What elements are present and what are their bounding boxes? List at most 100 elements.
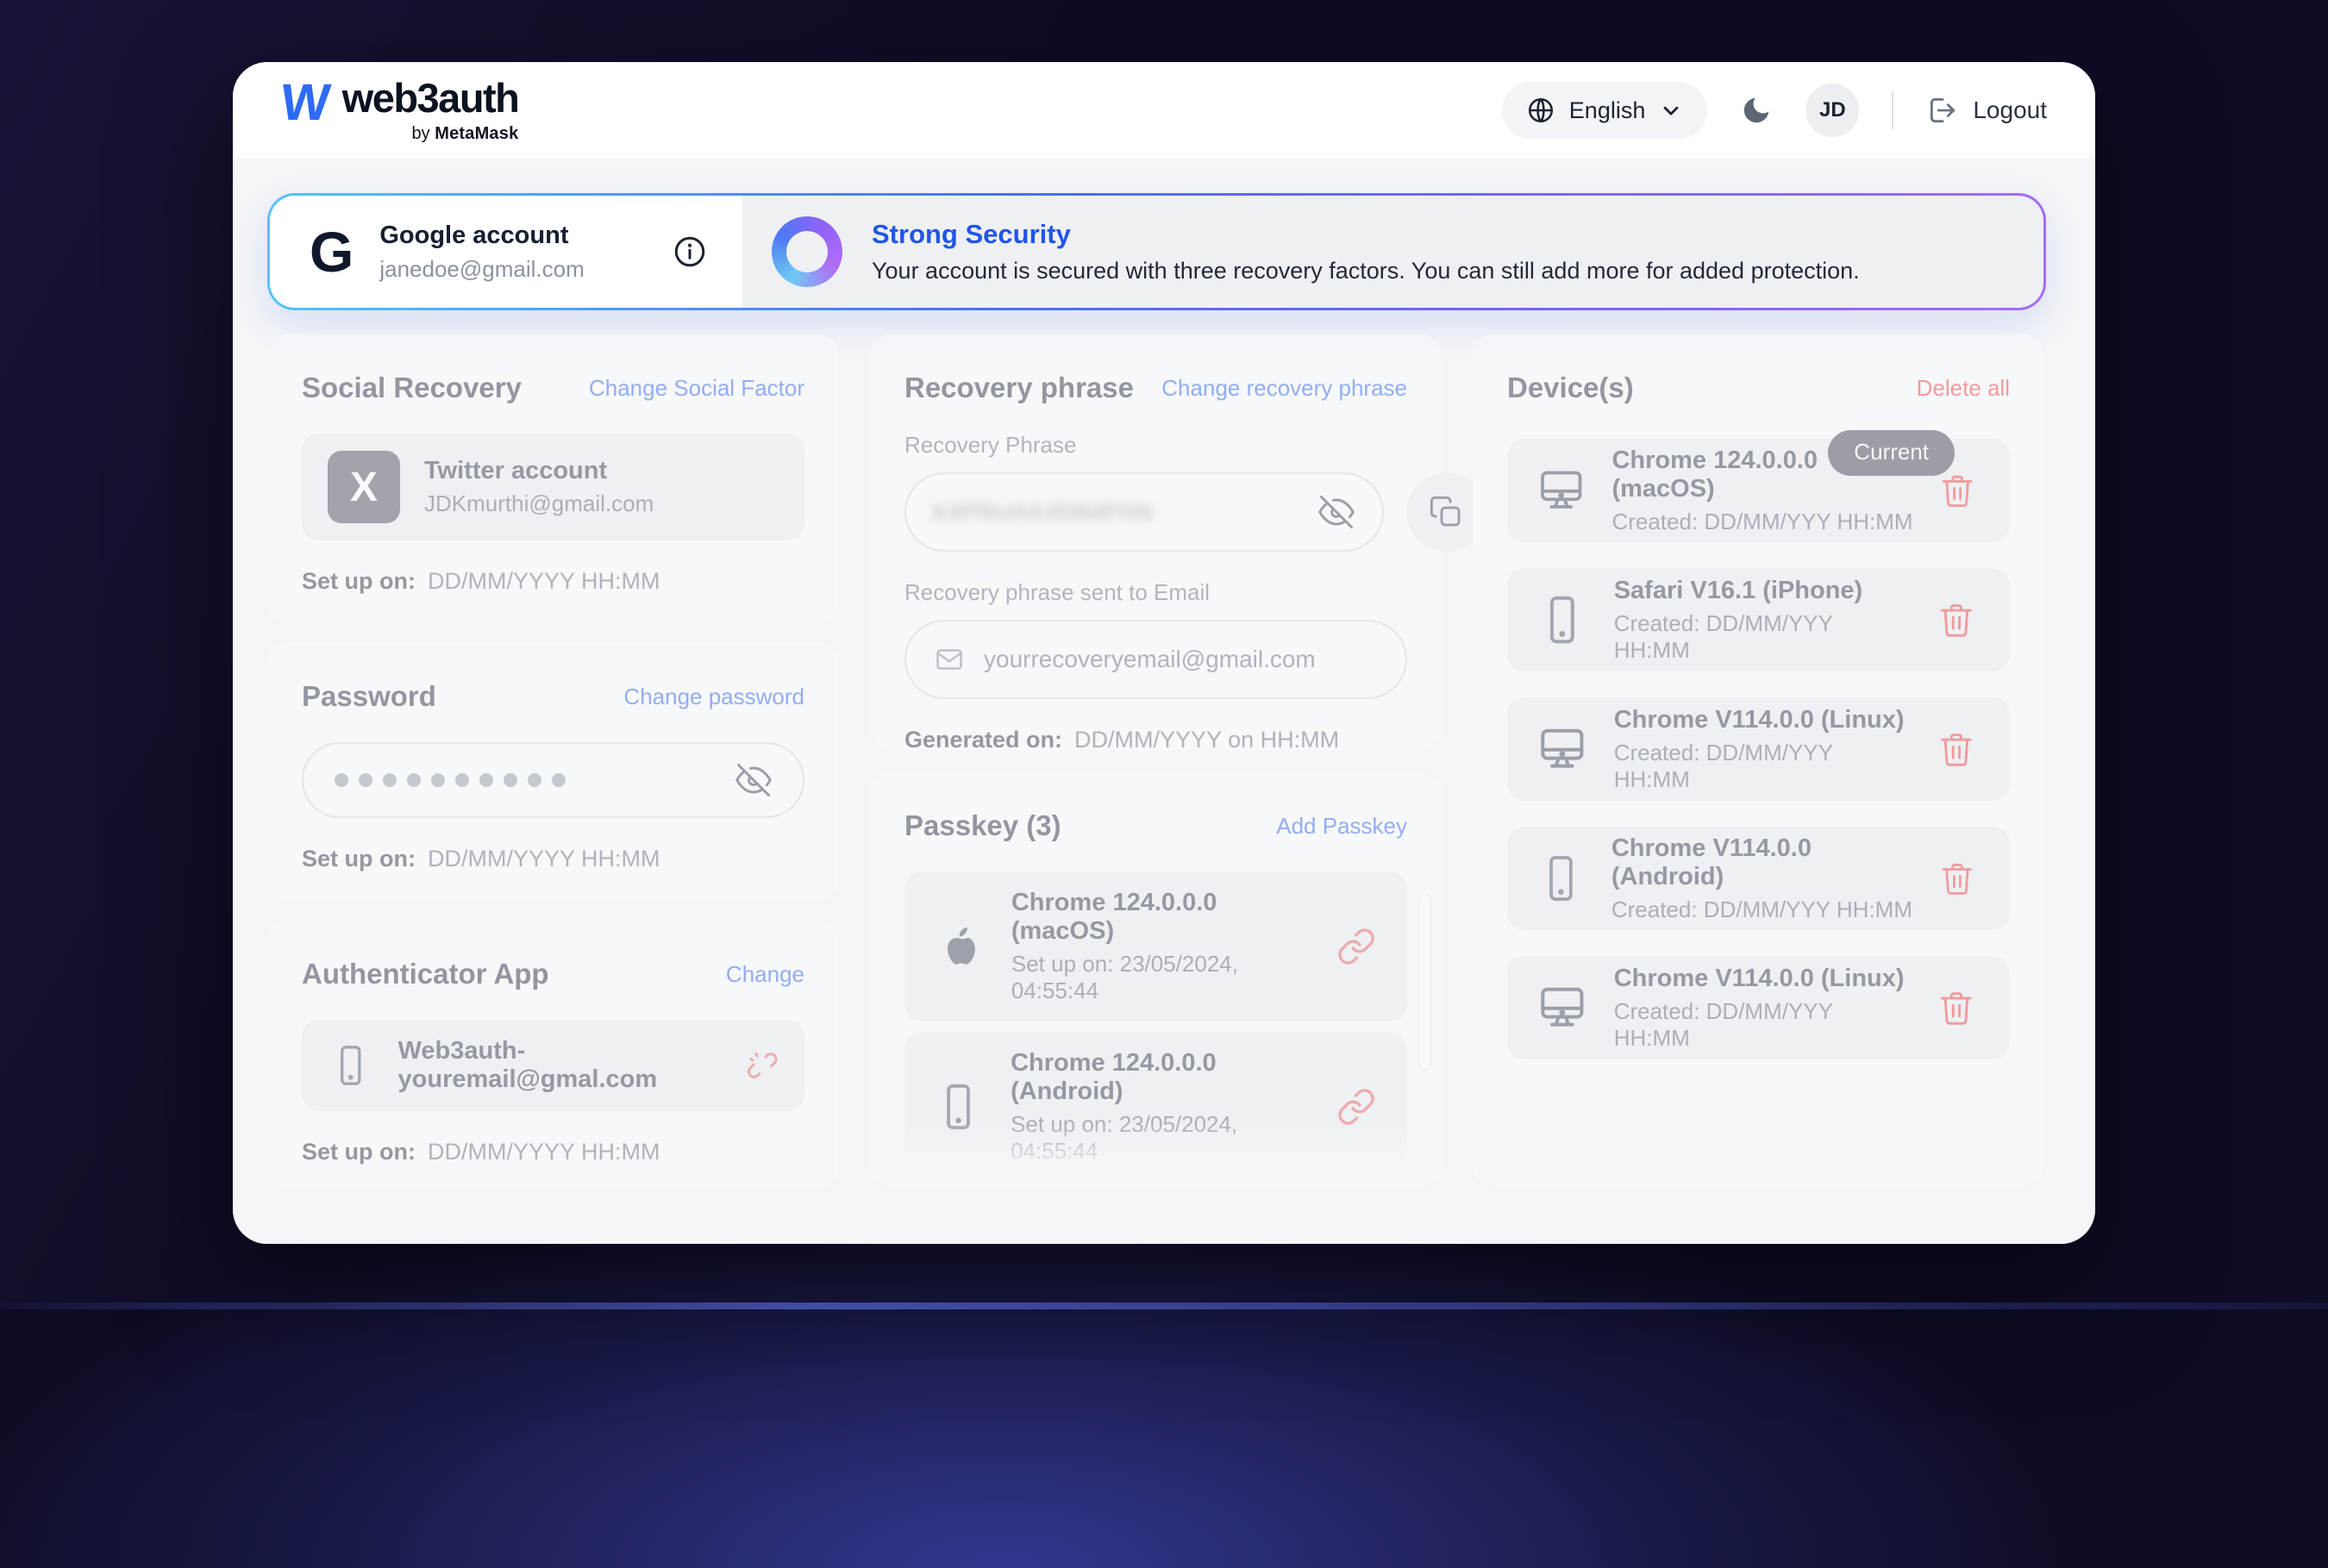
eye-off-icon[interactable] bbox=[1318, 494, 1355, 530]
logout-button[interactable]: Logout bbox=[1926, 94, 2047, 127]
device-meta: Created: DD/MM/YYY HH:MM bbox=[1614, 998, 1914, 1052]
avatar-initials: JD bbox=[1819, 98, 1846, 122]
app-body: G Google account janedoe@gmail.com Stron… bbox=[233, 159, 2095, 1244]
device-meta: Created: DD/MM/YYY HH:MM bbox=[1614, 740, 1914, 793]
background-bottom-strip bbox=[0, 1303, 2328, 1309]
password-field[interactable] bbox=[302, 742, 804, 818]
device-name: Chrome V114.0.0 (Linux) bbox=[1614, 706, 1914, 734]
security-banner: G Google account janedoe@gmail.com Stron… bbox=[267, 193, 2046, 310]
devices-title: Device(s) bbox=[1507, 372, 1634, 404]
link-icon[interactable] bbox=[1336, 927, 1376, 966]
setup-on-value: DD/MM/YYYY HH:MM bbox=[428, 846, 660, 872]
account-email: janedoe@gmail.com bbox=[379, 256, 584, 283]
password-title: Password bbox=[302, 680, 436, 713]
social-recovery-title: Social Recovery bbox=[302, 372, 522, 404]
recovery-phrase-masked-text: k3Pfkvh4JD8dFhN bbox=[934, 499, 1154, 526]
delete-all-link[interactable]: Delete all bbox=[1917, 375, 2010, 402]
current-device-badge: Current bbox=[1828, 430, 1955, 476]
setup-on-label: Set up on: bbox=[302, 568, 416, 595]
generated-on-label: Generated on: bbox=[904, 727, 1062, 753]
change-authenticator-link[interactable]: Change bbox=[726, 961, 804, 988]
recovery-phrase-field-label: Recovery Phrase bbox=[904, 432, 1407, 459]
recovery-email-value: yourrecoveryemail@gmail.com bbox=[984, 646, 1316, 673]
devices-list: Chrome 124.0.0.0 (macOS) Created: DD/MM/… bbox=[1507, 439, 2010, 1059]
language-label: English bbox=[1569, 97, 1646, 124]
eye-off-icon[interactable] bbox=[735, 762, 772, 798]
passkey-meta: Set up on: 23/05/2024, 04:55:44 bbox=[1011, 951, 1321, 1004]
twitter-account-row: X Twitter account JDKmurthi@gmail.com bbox=[302, 434, 804, 540]
authenticator-title: Authenticator App bbox=[302, 958, 549, 990]
phone-icon bbox=[932, 1079, 985, 1134]
twitter-x-icon: X bbox=[328, 451, 400, 523]
device-meta: Created: DD/MM/YYY HH:MM bbox=[1611, 896, 1915, 923]
passkey-scrollbar[interactable] bbox=[1418, 894, 1431, 1071]
authenticator-account-row: Web3auth-youremail@gmal.com bbox=[302, 1020, 804, 1111]
header-divider bbox=[1892, 91, 1893, 129]
trash-icon[interactable] bbox=[1937, 730, 1975, 768]
recovery-email-field-label: Recovery phrase sent to Email bbox=[904, 579, 1407, 606]
web3auth-logo-icon: W bbox=[278, 78, 333, 127]
recovery-email-input[interactable]: yourrecoveryemail@gmail.com bbox=[904, 620, 1407, 699]
globe-icon bbox=[1526, 96, 1555, 125]
trash-icon[interactable] bbox=[1939, 859, 1975, 897]
info-icon[interactable] bbox=[672, 234, 708, 270]
passkey-card: Passkey (3) Add Passkey bbox=[870, 772, 1442, 1187]
change-social-factor-link[interactable]: Change Social Factor bbox=[589, 375, 804, 402]
device-name: Safari V16.1 (iPhone) bbox=[1614, 577, 1914, 605]
passkey-list: Chrome 124.0.0.0 (macOS) Set up on: 23/0… bbox=[904, 871, 1407, 1187]
authenticator-card: Authenticator App Change Web3auth-yourem… bbox=[267, 920, 839, 1189]
device-meta: Created: DD/MM/YYY HH:MM bbox=[1614, 610, 1914, 664]
password-card: Password Change password Set up on: bbox=[267, 642, 839, 901]
recovery-phrase-input[interactable]: k3Pfkvh4JD8dFhN bbox=[904, 472, 1384, 552]
change-password-link[interactable]: Change password bbox=[623, 684, 804, 710]
trash-icon[interactable] bbox=[1939, 472, 1975, 509]
authenticator-account-label: Web3auth-youremail@gmal.com bbox=[398, 1037, 722, 1094]
add-passkey-link[interactable]: Add Passkey bbox=[1276, 813, 1407, 840]
factors-grid: Social Recovery Change Social Factor X T… bbox=[267, 334, 2046, 1189]
desktop-icon bbox=[1535, 722, 1590, 777]
setup-on-label: Set up on: bbox=[302, 1139, 416, 1165]
setup-on-label: Set up on: bbox=[302, 846, 416, 872]
generated-on-value: DD/MM/YYYY on HH:MM bbox=[1074, 727, 1339, 753]
setup-on-value: DD/MM/YYYY HH:MM bbox=[428, 568, 660, 595]
device-name: Chrome V114.0.0 (Linux) bbox=[1614, 965, 1914, 993]
passkey-row: Chrome 124.0.0.0 (Android) Set up on: 23… bbox=[904, 1032, 1407, 1182]
change-recovery-phrase-link[interactable]: Change recovery phrase bbox=[1161, 375, 1407, 402]
twitter-account-email: JDKmurthi@gmail.com bbox=[424, 490, 654, 517]
logout-label: Logout bbox=[1973, 97, 2047, 124]
account-title: Google account bbox=[379, 222, 584, 250]
desktop-icon bbox=[1535, 980, 1590, 1035]
user-avatar[interactable]: JD bbox=[1805, 84, 1859, 137]
device-row: Safari V16.1 (iPhone) Created: DD/MM/YYY… bbox=[1507, 568, 2010, 672]
twitter-account-label: Twitter account bbox=[424, 457, 654, 485]
unlink-icon[interactable] bbox=[746, 1046, 779, 1085]
trash-icon[interactable] bbox=[1937, 601, 1975, 639]
language-selector[interactable]: English bbox=[1502, 82, 1708, 139]
brand-wordmark: web3auth bbox=[342, 78, 519, 118]
phone-icon bbox=[1535, 592, 1590, 647]
passkey-row: Chrome 124.0.0.0 (macOS) Set up on: 23/0… bbox=[904, 871, 1407, 1021]
copy-icon bbox=[1429, 495, 1463, 529]
phone-icon bbox=[1535, 851, 1587, 906]
security-status-section: Strong Security Your account is secured … bbox=[742, 196, 2043, 308]
login-account-section: G Google account janedoe@gmail.com bbox=[270, 196, 742, 308]
google-logo: G bbox=[310, 223, 354, 280]
device-meta: Created: DD/MM/YYY HH:MM bbox=[1611, 509, 1914, 535]
social-recovery-card: Social Recovery Change Social Factor X T… bbox=[267, 334, 839, 623]
passkey-meta: Set up on: 23/05/2024, 04:55:44 bbox=[1011, 1111, 1321, 1165]
link-icon[interactable] bbox=[1336, 1087, 1376, 1127]
header-controls: English JD Logout bbox=[1502, 82, 2047, 139]
brand-byline: by MetaMask bbox=[412, 124, 519, 144]
device-row: Chrome V114.0.0 (Linux) Created: DD/MM/Y… bbox=[1507, 697, 2010, 801]
device-row: Chrome V114.0.0 (Linux) Created: DD/MM/Y… bbox=[1507, 956, 2010, 1059]
mobile-phone-icon bbox=[328, 1038, 374, 1093]
security-status-description: Your account is secured with three recov… bbox=[872, 258, 1860, 284]
passkey-name: Chrome 124.0.0.0 (macOS) bbox=[1011, 889, 1321, 946]
devices-card: Device(s) Delete all Current bbox=[1473, 334, 2044, 1187]
logout-icon bbox=[1926, 94, 1959, 127]
app-header: W web3auth by MetaMask English JD bbox=[233, 62, 2095, 159]
envelope-icon bbox=[934, 644, 965, 675]
trash-icon[interactable] bbox=[1937, 989, 1975, 1027]
dark-mode-toggle-moon-icon[interactable] bbox=[1740, 94, 1773, 127]
recovery-phrase-title: Recovery phrase bbox=[904, 372, 1134, 404]
